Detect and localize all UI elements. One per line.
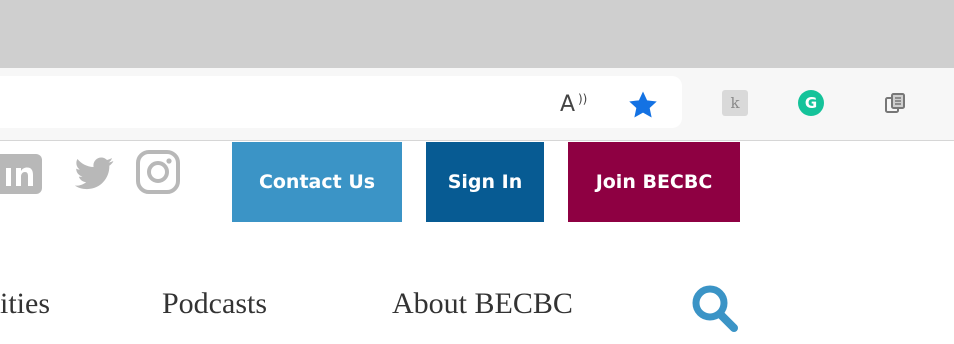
nav-item-podcasts[interactable]: Podcasts bbox=[162, 282, 267, 326]
twitter-icon[interactable] bbox=[66, 150, 122, 196]
collections-icon[interactable] bbox=[882, 90, 908, 116]
nav-item-about[interactable]: About BECBC bbox=[392, 282, 573, 326]
grammarly-glyph: G bbox=[804, 94, 818, 112]
nav-item-activities[interactable]: ities bbox=[0, 282, 50, 326]
sound-waves-icon: )) bbox=[578, 92, 588, 106]
browser-toolbar: A )) k G bbox=[0, 68, 954, 141]
read-aloud-icon[interactable]: A )) bbox=[560, 90, 600, 120]
sign-in-button[interactable]: Sign In bbox=[426, 142, 544, 222]
address-bar[interactable]: A )) bbox=[0, 76, 682, 128]
instagram-icon[interactable] bbox=[132, 150, 184, 196]
favorite-star-icon[interactable] bbox=[626, 88, 660, 122]
browser-tab-strip bbox=[0, 0, 954, 68]
grammarly-extension-icon[interactable]: G bbox=[798, 90, 824, 116]
contact-us-button[interactable]: Contact Us bbox=[232, 142, 402, 222]
kami-extension-glyph: k bbox=[730, 94, 740, 112]
read-aloud-glyph: A bbox=[560, 92, 576, 117]
search-icon[interactable] bbox=[684, 280, 746, 336]
linkedin-icon[interactable] bbox=[0, 150, 48, 196]
join-becbc-button[interactable]: Join BECBC bbox=[568, 142, 740, 222]
browser-window: A )) k G Contact Us Sign In Join BECBC i… bbox=[0, 0, 954, 344]
kami-extension-icon[interactable]: k bbox=[722, 90, 748, 116]
